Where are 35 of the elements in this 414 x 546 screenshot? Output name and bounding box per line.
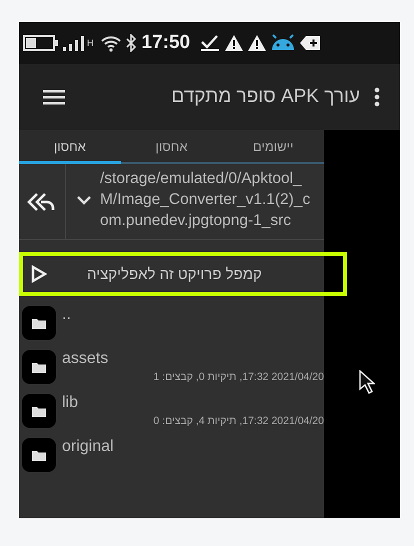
reply-all-icon[interactable] — [27, 190, 55, 212]
battery-icon — [23, 34, 59, 52]
file-list-item[interactable]: .. — [22, 306, 324, 340]
file-list-item[interactable]: original — [22, 438, 324, 472]
warning-icon — [224, 34, 244, 52]
tab[interactable]: אחסון — [120, 130, 222, 164]
backspace-icon — [299, 34, 322, 52]
folder-icon — [22, 306, 56, 340]
file-name: lib — [62, 394, 80, 412]
network-type: H — [87, 38, 94, 48]
more-options-icon[interactable] — [374, 87, 380, 107]
play-icon — [31, 265, 47, 283]
folder-path: /storage/emulated/0/Apktool_M/Image_Converter_v1.1(2)_com.punedev.jpgtopng-1_src — [100, 169, 312, 231]
check-icon — [199, 34, 222, 52]
warning-icon — [247, 34, 268, 52]
folder-icon — [22, 438, 56, 472]
bluetooth-icon — [124, 34, 136, 52]
folder-icon — [22, 350, 56, 384]
android-icon — [270, 34, 296, 52]
wifi-icon — [100, 34, 122, 52]
file-name: .. — [62, 306, 72, 324]
clock-time: 17:50 — [142, 32, 190, 54]
mouse-pointer-icon — [359, 370, 375, 394]
tab[interactable]: אחסון — [19, 130, 121, 164]
file-details: 2021/04/20 17:32, תיקיות 0, קבצים: 1 — [152, 371, 324, 383]
folder-icon — [22, 394, 56, 428]
file-details: 2021/04/20 17:32, תיקיות 4, קבצים: 0 — [152, 415, 324, 427]
compile-project-button[interactable]: קמפל פרויקט זה לאפליקציה — [19, 252, 347, 296]
app-title: עורך APK סופר מתקדם — [170, 86, 360, 108]
file-name: assets — [62, 350, 110, 368]
tab[interactable]: יישומים — [222, 130, 324, 164]
file-name: original — [62, 438, 115, 456]
chevron-down-icon[interactable] — [76, 194, 92, 204]
menu-icon[interactable] — [43, 89, 65, 105]
signal-icon — [62, 34, 84, 52]
